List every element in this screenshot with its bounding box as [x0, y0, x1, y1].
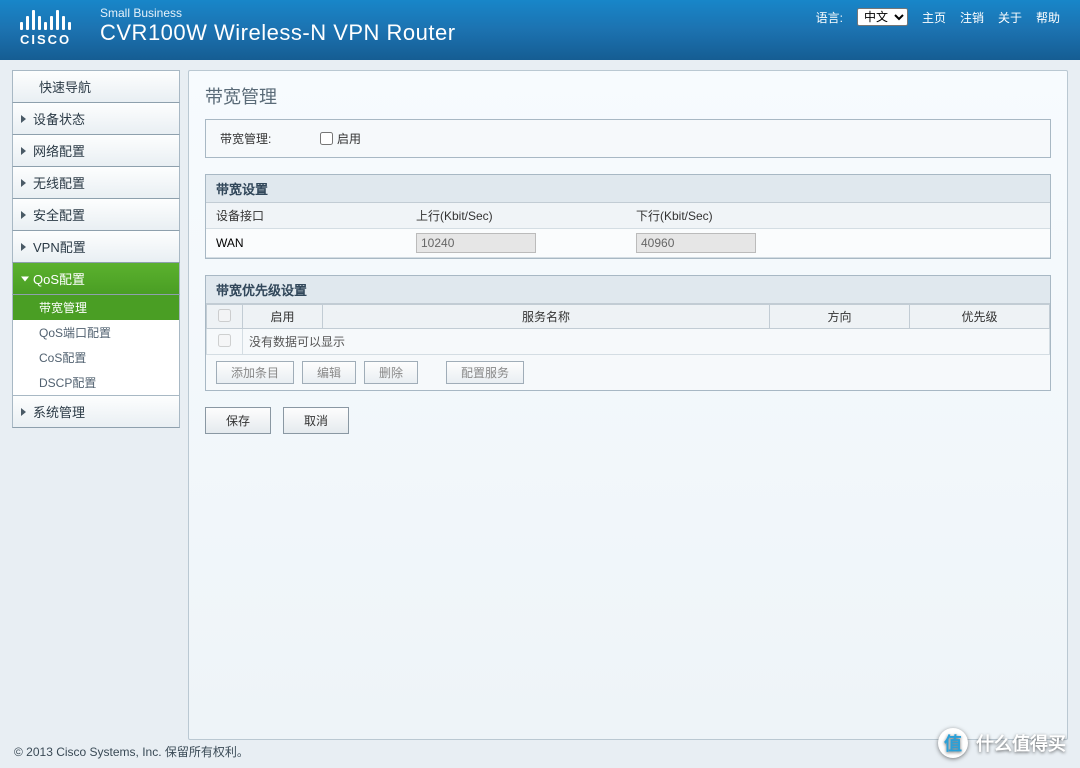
link-home[interactable]: 主页 — [922, 9, 946, 26]
enable-label: 带宽管理: — [220, 130, 320, 147]
delete-button[interactable]: 删除 — [364, 361, 418, 384]
prio-col-direction: 方向 — [770, 305, 910, 329]
link-help[interactable]: 帮助 — [1036, 9, 1060, 26]
watermark-badge: 值 — [938, 728, 968, 758]
top-links: 语言: 中文 主页 注销 关于 帮助 — [816, 8, 1060, 26]
nav-security[interactable]: 安全配置 — [12, 199, 180, 231]
watermark: 值 什么值得买 — [938, 728, 1066, 758]
nav-system[interactable]: 系统管理 — [12, 395, 180, 428]
bw-down-input[interactable] — [636, 233, 756, 253]
subnav-dscp[interactable]: DSCP配置 — [13, 370, 179, 395]
sidebar: 快速导航 设备状态 网络配置 无线配置 安全配置 VPN配置 QoS配置 带宽管… — [12, 70, 180, 740]
subnav-bandwidth[interactable]: 带宽管理 — [13, 295, 179, 320]
link-logout[interactable]: 注销 — [960, 9, 984, 26]
brand-block: Small Business CVR100W Wireless-N VPN Ro… — [100, 6, 456, 46]
nav-network[interactable]: 网络配置 — [12, 135, 180, 167]
prio-empty-row: 没有数据可以显示 — [207, 329, 1050, 355]
page-title: 带宽管理 — [205, 83, 1051, 109]
nav-quicknav[interactable]: 快速导航 — [12, 70, 180, 103]
bw-table: 设备接口 上行(Kbit/Sec) 下行(Kbit/Sec) WAN — [206, 203, 1050, 258]
nav-status[interactable]: 设备状态 — [12, 103, 180, 135]
bw-iface: WAN — [206, 229, 406, 258]
panel-enable: 带宽管理: 启用 — [205, 119, 1051, 158]
subnav-qos: 带宽管理 QoS端口配置 CoS配置 DSCP配置 — [12, 295, 180, 395]
panel-bandwidth: 带宽设置 设备接口 上行(Kbit/Sec) 下行(Kbit/Sec) WAN — [205, 174, 1051, 259]
prio-col-service: 服务名称 — [323, 305, 770, 329]
bw-col-up: 上行(Kbit/Sec) — [406, 203, 626, 229]
language-select[interactable]: 中文 — [857, 8, 908, 26]
prio-row-checkbox[interactable] — [218, 334, 231, 347]
bw-section-title: 带宽设置 — [206, 175, 1050, 203]
nav-vpn[interactable]: VPN配置 — [12, 231, 180, 263]
config-service-button[interactable]: 配置服务 — [446, 361, 524, 384]
add-button[interactable]: 添加条目 — [216, 361, 294, 384]
bw-col-down: 下行(Kbit/Sec) — [626, 203, 1050, 229]
prio-col-priority: 优先级 — [910, 305, 1050, 329]
enable-checkbox-label: 启用 — [337, 130, 361, 147]
prio-empty-text: 没有数据可以显示 — [243, 329, 1050, 355]
cancel-button[interactable]: 取消 — [283, 407, 349, 434]
link-about[interactable]: 关于 — [998, 9, 1022, 26]
brand-title: CVR100W Wireless-N VPN Router — [100, 20, 456, 46]
cisco-logo: CISCO — [20, 6, 71, 47]
header: CISCO Small Business CVR100W Wireless-N … — [0, 0, 1080, 60]
prio-section-title: 带宽优先级设置 — [206, 276, 1050, 304]
panel-priority: 带宽优先级设置 启用 服务名称 方向 优先级 没有数据可以显示 添加条目 编辑 … — [205, 275, 1051, 391]
brand-small: Small Business — [100, 6, 456, 20]
bw-up-input[interactable] — [416, 233, 536, 253]
content: 带宽管理 带宽管理: 启用 带宽设置 设备接口 上行(Kbit/Sec) 下行(… — [188, 70, 1068, 740]
footer-copyright: © 2013 Cisco Systems, Inc. 保留所有权利。 — [14, 743, 249, 760]
subnav-qosport[interactable]: QoS端口配置 — [13, 320, 179, 345]
prio-select-all[interactable] — [218, 309, 231, 322]
prio-col-enable: 启用 — [243, 305, 323, 329]
save-button[interactable]: 保存 — [205, 407, 271, 434]
watermark-text: 什么值得买 — [976, 730, 1066, 756]
enable-checkbox[interactable] — [320, 132, 333, 145]
subnav-cos[interactable]: CoS配置 — [13, 345, 179, 370]
nav-wireless[interactable]: 无线配置 — [12, 167, 180, 199]
prio-table: 启用 服务名称 方向 优先级 没有数据可以显示 — [206, 304, 1050, 355]
bw-row-wan: WAN — [206, 229, 1050, 258]
nav-qos[interactable]: QoS配置 — [12, 263, 180, 295]
lang-label: 语言: — [816, 9, 843, 26]
cisco-text: CISCO — [20, 32, 71, 47]
bw-col-iface: 设备接口 — [206, 203, 406, 229]
edit-button[interactable]: 编辑 — [302, 361, 356, 384]
